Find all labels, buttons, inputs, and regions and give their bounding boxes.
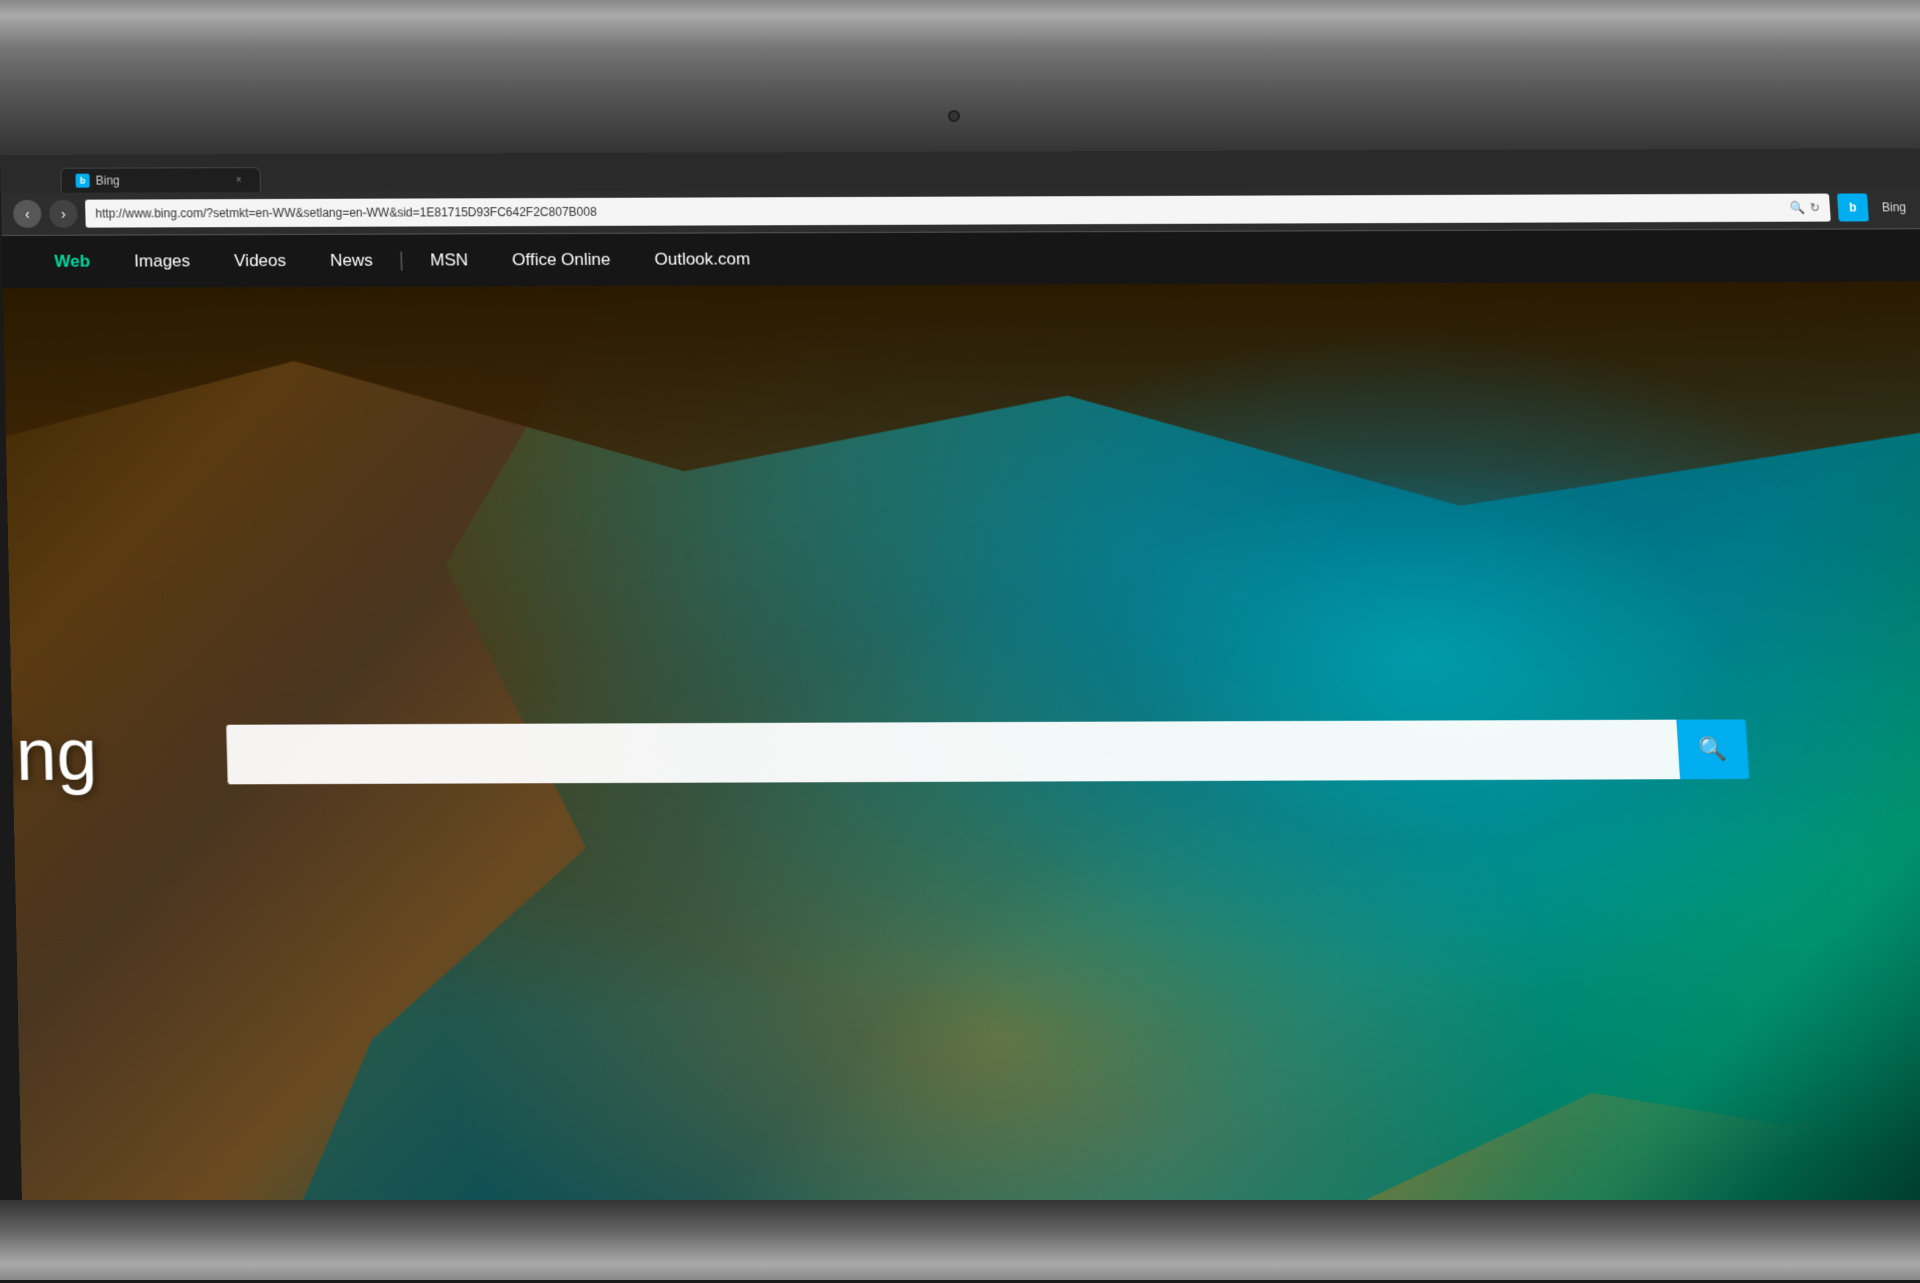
nav-outlook[interactable]: Outlook.com: [632, 233, 774, 286]
nav-separator: |: [395, 249, 409, 272]
bing-main-content: Bing 🔍: [3, 281, 1920, 1233]
forward-button[interactable]: ›: [49, 200, 78, 228]
bing-logo: Bing: [3, 718, 98, 793]
search-area: Bing 🔍: [226, 719, 1749, 784]
browser-chrome: b Bing × ‹ › http://www.bing.com/?setmkt…: [0, 148, 1920, 236]
tab-close-button[interactable]: ×: [232, 173, 246, 187]
search-icon: 🔍: [1789, 201, 1805, 215]
bing-tab-label: Bing: [1875, 200, 1912, 214]
laptop-bezel-bottom: [0, 1200, 1920, 1280]
nav-office-online[interactable]: Office Online: [489, 234, 633, 287]
laptop-bezel-top: [0, 0, 1920, 155]
browser-tab[interactable]: b Bing ×: [60, 167, 261, 193]
bing-nav-bar: Web Images Videos News | MSN Office Onli…: [2, 229, 1920, 288]
address-bar-row: ‹ › http://www.bing.com/?setmkt=en-WW&se…: [1, 186, 1920, 235]
nav-images[interactable]: Images: [112, 235, 213, 287]
search-input[interactable]: [226, 720, 1680, 785]
tab-bar: b Bing ×: [0, 148, 1920, 193]
nav-msn[interactable]: MSN: [407, 234, 491, 286]
url-text: http://www.bing.com/?setmkt=en-WW&setlan…: [95, 201, 1790, 221]
back-button[interactable]: ‹: [13, 200, 42, 228]
tab-label: Bing: [95, 174, 119, 188]
nav-web[interactable]: Web: [32, 236, 113, 288]
bing-logo-text: Bing: [3, 718, 98, 792]
search-button-icon: 🔍: [1698, 736, 1727, 763]
bing-favicon: b: [1837, 193, 1869, 221]
nav-news[interactable]: News: [307, 235, 395, 287]
screen: b Bing × ‹ › http://www.bing.com/?setmkt…: [0, 148, 1920, 1283]
search-box-row: 🔍: [226, 719, 1749, 784]
address-bar[interactable]: http://www.bing.com/?setmkt=en-WW&setlan…: [85, 194, 1831, 228]
webcam: [948, 110, 960, 122]
nav-videos[interactable]: Videos: [211, 235, 308, 287]
tab-favicon: b: [75, 174, 89, 188]
search-button[interactable]: 🔍: [1676, 719, 1749, 779]
address-bar-icons: 🔍 ↻: [1789, 201, 1820, 215]
refresh-icon[interactable]: ↻: [1809, 201, 1820, 215]
